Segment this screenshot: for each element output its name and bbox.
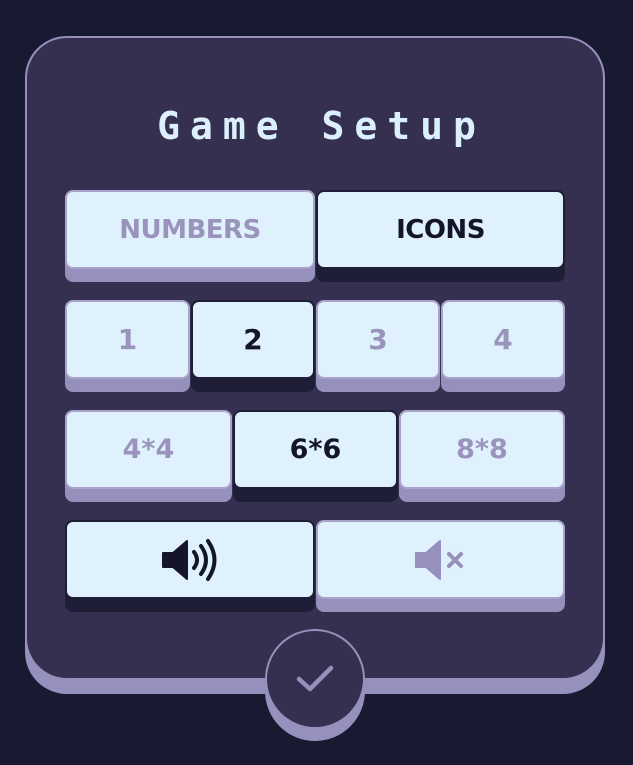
confirm-button-face — [267, 631, 363, 727]
theme-icons-label: ICONS — [316, 190, 565, 269]
grid-6x6-button[interactable]: 6*6 — [233, 410, 398, 502]
grid-8x8-button[interactable]: 8*8 — [399, 410, 565, 502]
grid-4x4-button[interactable]: 4*4 — [65, 410, 232, 502]
speaker-muted-icon — [414, 539, 463, 580]
grid-8x8-label: 8*8 — [399, 410, 565, 489]
checkmark-icon — [296, 665, 334, 692]
speaker-on-icon — [162, 538, 217, 581]
theme-numbers-button[interactable]: NUMBERS — [65, 190, 315, 282]
players-1-button[interactable]: 1 — [65, 300, 190, 392]
theme-icons-button[interactable]: ICONS — [316, 190, 565, 282]
players-3-button[interactable]: 3 — [316, 300, 440, 392]
confirm-button[interactable] — [265, 629, 365, 741]
grid-4x4-label: 4*4 — [65, 410, 232, 489]
panel-title: Game Setup — [157, 104, 486, 148]
sound-off-button[interactable] — [316, 520, 565, 612]
players-2-button[interactable]: 2 — [191, 300, 315, 392]
theme-numbers-label: NUMBERS — [65, 190, 315, 269]
players-2-label: 2 — [191, 300, 315, 379]
players-4-label: 4 — [441, 300, 565, 379]
grid-6x6-label: 6*6 — [233, 410, 398, 489]
players-1-label: 1 — [65, 300, 190, 379]
players-3-label: 3 — [316, 300, 440, 379]
sound-on-face — [65, 520, 315, 599]
sound-on-button[interactable] — [65, 520, 315, 612]
sound-off-face — [316, 520, 565, 599]
players-4-button[interactable]: 4 — [441, 300, 565, 392]
